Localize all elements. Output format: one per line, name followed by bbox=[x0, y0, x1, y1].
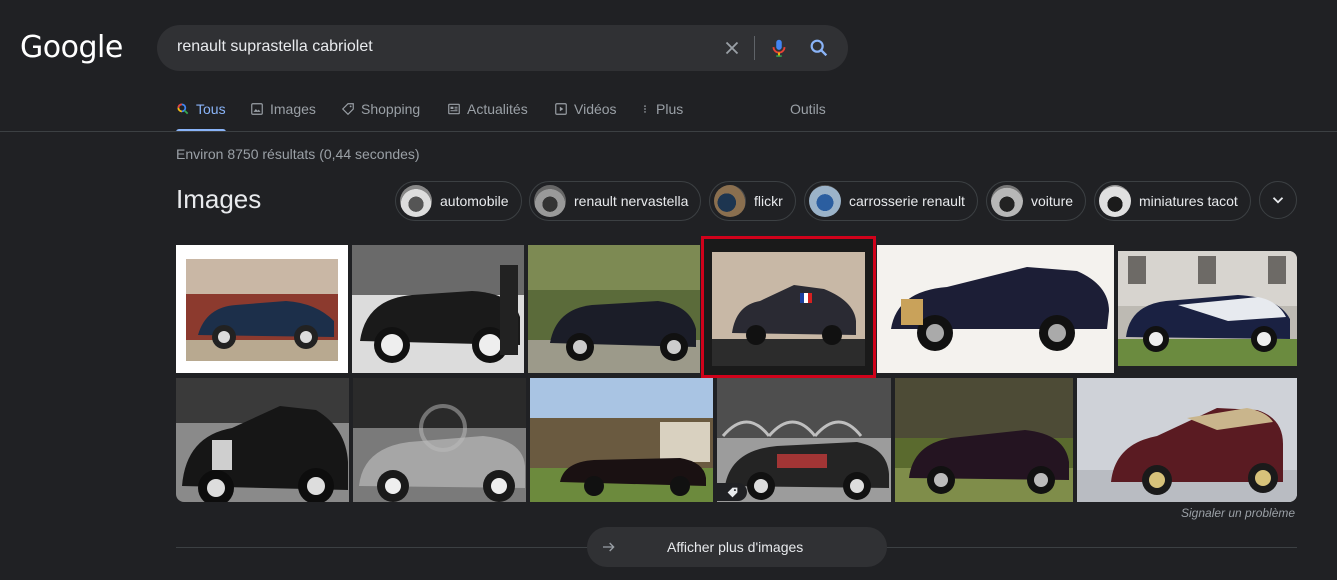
news-icon bbox=[448, 103, 460, 115]
play-icon bbox=[555, 103, 567, 115]
image-result[interactable] bbox=[176, 378, 349, 502]
chip-thumbnail bbox=[534, 185, 566, 217]
car-photo bbox=[895, 378, 1073, 502]
image-result[interactable] bbox=[353, 378, 526, 502]
chip-label: flickr bbox=[754, 193, 783, 209]
report-problem-link[interactable]: Signaler un problème bbox=[1181, 506, 1295, 520]
chip-flickr[interactable]: flickr bbox=[709, 181, 796, 221]
image-result[interactable] bbox=[895, 378, 1073, 502]
chip-voiture[interactable]: voiture bbox=[986, 181, 1087, 221]
chip-renault-nervastella[interactable]: renault nervastella bbox=[529, 181, 702, 221]
tab-label: Shopping bbox=[361, 101, 421, 117]
divider bbox=[754, 36, 755, 60]
image-result[interactable] bbox=[1118, 251, 1297, 366]
car-photo bbox=[528, 245, 700, 373]
chip-thumbnail bbox=[809, 185, 841, 217]
image-result[interactable] bbox=[530, 378, 713, 502]
chip-thumbnail bbox=[1099, 185, 1131, 217]
selection-highlight bbox=[701, 236, 876, 378]
images-heading[interactable]: Images bbox=[176, 184, 261, 215]
chip-label: automobile bbox=[440, 193, 509, 209]
show-more-label: Afficher plus d'images bbox=[667, 539, 804, 555]
chip-miniatures-tacot[interactable]: miniatures tacot bbox=[1094, 181, 1251, 221]
chip-thumbnail bbox=[991, 185, 1023, 217]
chevron-down-icon bbox=[1272, 197, 1284, 204]
tab-videos[interactable]: Vidéos bbox=[554, 100, 617, 132]
tab-label: Outils bbox=[790, 101, 826, 117]
search-icon[interactable] bbox=[808, 37, 830, 59]
tag-icon bbox=[727, 487, 737, 497]
more-vert-icon bbox=[644, 105, 646, 113]
chip-label: carrosserie renault bbox=[849, 193, 965, 209]
search-color-icon bbox=[177, 103, 189, 115]
chip-carrosserie-renault[interactable]: carrosserie renault bbox=[804, 181, 978, 221]
chip-thumbnail bbox=[714, 185, 746, 217]
car-photo bbox=[717, 378, 891, 502]
tab-plus[interactable]: Plus bbox=[640, 100, 683, 132]
car-photo bbox=[1118, 251, 1297, 366]
chips-expand-button[interactable] bbox=[1259, 181, 1297, 219]
search-bar[interactable]: renault suprastella cabriolet bbox=[157, 25, 848, 71]
tab-label: Vidéos bbox=[574, 101, 617, 117]
car-photo bbox=[877, 245, 1114, 373]
image-icon bbox=[251, 103, 263, 115]
search-input[interactable]: renault suprastella cabriolet bbox=[177, 38, 373, 56]
tab-label: Actualités bbox=[467, 101, 528, 117]
result-stats: Environ 8750 résultats (0,44 secondes) bbox=[176, 146, 420, 162]
image-result[interactable] bbox=[717, 378, 891, 502]
car-photo bbox=[353, 378, 526, 502]
image-result[interactable] bbox=[352, 245, 524, 373]
show-more-images-button[interactable]: Afficher plus d'images bbox=[587, 527, 887, 567]
tab-label: Images bbox=[270, 101, 316, 117]
tag-icon bbox=[341, 103, 354, 116]
car-photo bbox=[176, 378, 349, 502]
arrow-right-icon bbox=[603, 542, 615, 552]
tabs-divider bbox=[0, 131, 1337, 132]
clear-icon[interactable] bbox=[721, 37, 743, 59]
image-result[interactable] bbox=[1077, 378, 1297, 502]
chip-label: renault nervastella bbox=[574, 193, 689, 209]
tab-shopping[interactable]: Shopping bbox=[341, 100, 420, 132]
chip-thumbnail bbox=[400, 185, 432, 217]
image-result[interactable] bbox=[528, 245, 700, 373]
product-tag-badge bbox=[717, 483, 747, 501]
image-result[interactable] bbox=[176, 245, 348, 373]
car-photo bbox=[186, 259, 338, 361]
google-logo[interactable]: Google bbox=[20, 30, 123, 65]
tab-outils[interactable]: Outils bbox=[790, 100, 826, 132]
chip-automobile[interactable]: automobile bbox=[395, 181, 522, 221]
tab-label: Plus bbox=[656, 101, 684, 117]
tab-actualites[interactable]: Actualités bbox=[447, 100, 528, 132]
chip-label: miniatures tacot bbox=[1139, 193, 1238, 209]
car-photo bbox=[1077, 378, 1297, 502]
microphone-icon[interactable] bbox=[768, 36, 790, 60]
car-photo bbox=[530, 378, 713, 502]
tab-label: Tous bbox=[196, 101, 226, 117]
car-photo bbox=[352, 245, 524, 373]
chip-label: voiture bbox=[1031, 193, 1074, 209]
tab-tous[interactable]: Tous bbox=[176, 100, 226, 132]
search-tabs: Tous Images Shopping Actualités Vidéos P… bbox=[176, 100, 1337, 132]
image-result[interactable] bbox=[877, 245, 1114, 373]
tab-images[interactable]: Images bbox=[250, 100, 316, 132]
